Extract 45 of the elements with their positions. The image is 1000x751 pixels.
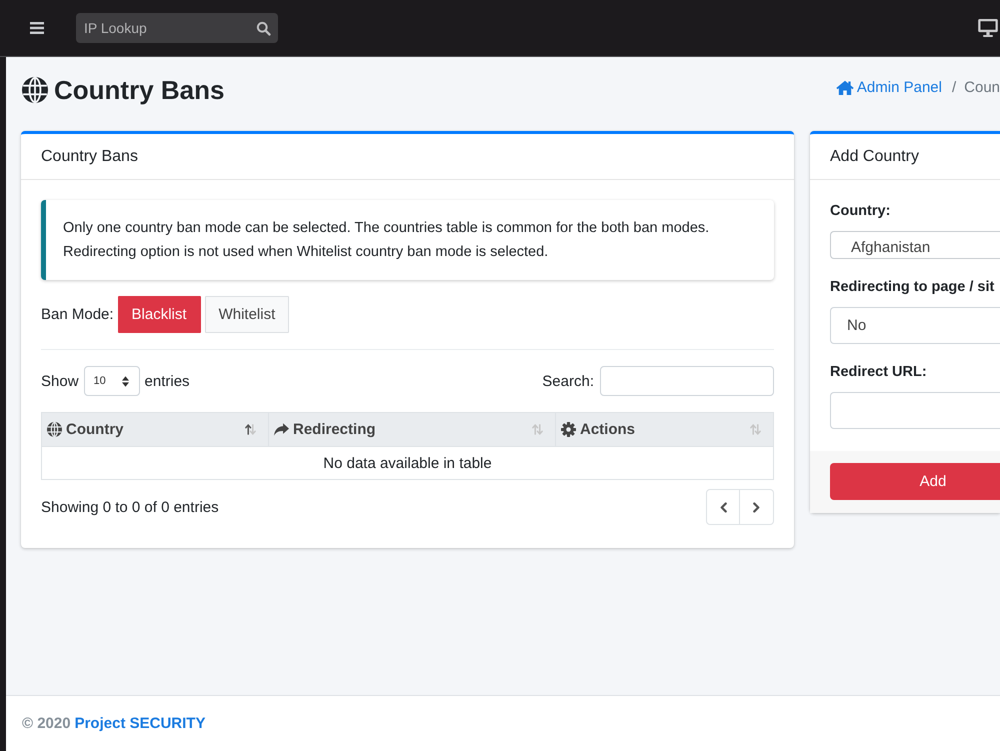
- chevron-left-icon: [720, 502, 726, 512]
- search-field[interactable]: [600, 366, 774, 396]
- footer-link[interactable]: Project SECURITY: [74, 715, 206, 732]
- field-label: Country:: [830, 202, 892, 221]
- field-label: Redirect URL:: [830, 363, 928, 382]
- breadcrumb-current: Coun: [964, 78, 1000, 96]
- search-button[interactable]: [254, 19, 273, 38]
- share-arrow-icon: [274, 422, 289, 437]
- redirect-url-field[interactable]: [830, 392, 1000, 429]
- table-info: Showing 0 to 0 of 0 entries: [41, 498, 219, 516]
- chevron-right-icon: [753, 502, 760, 512]
- globe-icon: [22, 77, 48, 103]
- copyright-text: © 2020: [22, 715, 71, 732]
- search-icon: [256, 21, 271, 36]
- previous-page-button[interactable]: [706, 489, 740, 525]
- add-button[interactable]: Add: [830, 463, 1000, 500]
- ban-mode-button[interactable]: Blacklist: [118, 296, 201, 333]
- ban-mode-label: Ban Mode:: [41, 306, 114, 323]
- info-callout: Only one country ban mode can be selected. The countries table is common for the both ban modes. Redirecting option is not used when Whitelist country ban mode is selected.: [41, 200, 774, 280]
- country-select[interactable]: Afghanistan: [830, 231, 1000, 259]
- entries-select[interactable]: 10: [84, 366, 140, 396]
- column-header[interactable]: Redirecting: [269, 413, 556, 446]
- next-page-button[interactable]: [740, 489, 774, 525]
- globe-icon: [47, 422, 62, 437]
- column-header[interactable]: Country: [42, 413, 269, 446]
- ban-mode-button[interactable]: Whitelist: [204, 296, 290, 333]
- menu-icon: [30, 22, 44, 34]
- caret-up-down-icon: [122, 376, 129, 386]
- empty-table-message: No data available in table: [42, 446, 773, 479]
- ip-lookup-field[interactable]: IP Lookup: [76, 13, 278, 43]
- card-title: Add Country: [830, 148, 919, 166]
- show-label: Show: [41, 372, 79, 390]
- field-label: Redirecting to page / sit: [830, 278, 996, 297]
- gear-icon: [561, 422, 576, 437]
- entries-label: entries: [144, 372, 190, 390]
- column-header[interactable]: Actions: [556, 413, 773, 446]
- monitor-icon: [978, 19, 998, 37]
- page-title: Country Bans: [54, 74, 224, 106]
- search-label: Search:: [542, 372, 594, 390]
- redirect-select[interactable]: No: [830, 307, 1000, 344]
- breadcrumb-link[interactable]: Admin Panel: [836, 78, 942, 96]
- breadcrumb-separator: /: [950, 78, 958, 96]
- monitor-button[interactable]: [978, 19, 998, 37]
- card-title: Country Bans: [41, 148, 138, 166]
- home-icon: [836, 80, 854, 94]
